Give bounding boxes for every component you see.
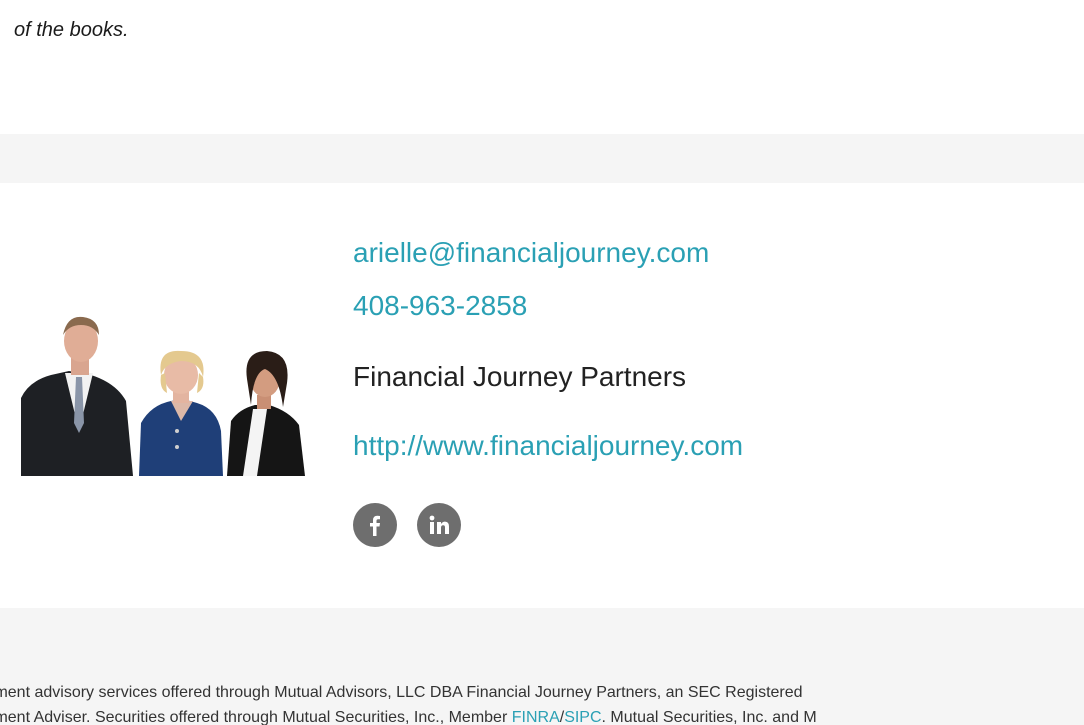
disclaimer-line-2: stment Adviser. Securities offered throu… — [0, 705, 1084, 725]
disclaimer-line-2-end: . Mutual Securities, Inc. and M — [601, 709, 817, 725]
email-link[interactable]: arielle@financialjourney.com — [353, 237, 709, 269]
intro-text: of the books. — [14, 19, 129, 41]
finra-link[interactable]: FINRA — [512, 709, 560, 725]
phone-link[interactable]: 408-963-2858 — [353, 290, 527, 322]
sipc-link[interactable]: SIPC — [564, 709, 601, 725]
team-photo — [21, 313, 305, 476]
social-links — [353, 503, 461, 547]
divider-band-top — [0, 134, 1084, 183]
linkedin-button[interactable] — [417, 503, 461, 547]
facebook-icon — [370, 515, 380, 536]
linkedin-icon — [429, 515, 449, 534]
disclaimer-line-1: stment advisory services offered through… — [0, 684, 803, 701]
company-name: Financial Journey Partners — [353, 361, 687, 392]
facebook-button[interactable] — [353, 503, 397, 547]
disclaimer-line-2-start: stment Adviser. Securities offered throu… — [0, 709, 512, 725]
website-link[interactable]: http://www.financialjourney.com — [353, 430, 743, 462]
disclaimer-text: stment advisory services offered through… — [0, 680, 1084, 725]
